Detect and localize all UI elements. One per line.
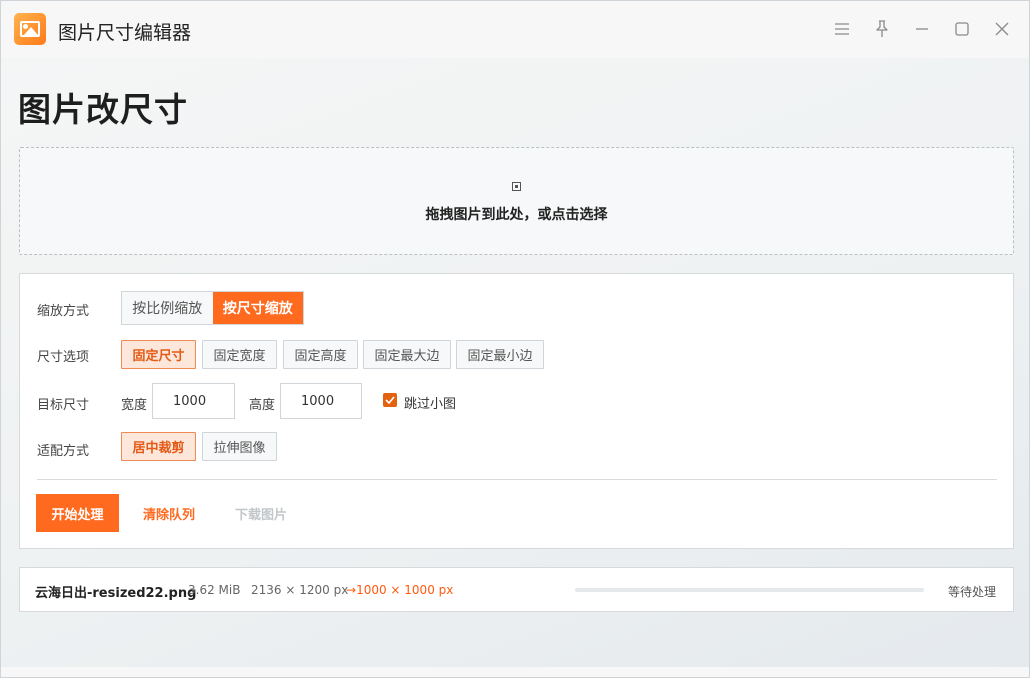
drop-zone-text: 拖拽图片到此处，或点击选择 bbox=[425, 207, 608, 223]
download-images-button[interactable]: 下载图片 bbox=[235, 494, 287, 532]
skip-small-label: 跳过小图 bbox=[404, 397, 457, 412]
queue-item-filename: 云海日出-resized22.png bbox=[35, 586, 197, 601]
scale-mode-label: 缩放方式 bbox=[37, 304, 90, 319]
size-option-fixed-width[interactable]: 固定宽度 bbox=[202, 340, 277, 369]
width-input[interactable] bbox=[152, 383, 235, 419]
queue-item-filesize: 3.62 MiB bbox=[188, 583, 241, 597]
scale-mode-by-size[interactable]: 按尺寸缩放 bbox=[212, 292, 303, 324]
footer-strip bbox=[1, 667, 1029, 677]
queue-list: 云海日出-resized22.png 3.62 MiB 2136 × 1200 … bbox=[19, 567, 1014, 612]
settings-panel: 缩放方式 按比例缩放 按尺寸缩放 尺寸选项 固定尺寸 固定宽度 固定高度 固定最… bbox=[19, 273, 1014, 549]
size-option-label: 尺寸选项 bbox=[37, 350, 90, 365]
queue-item-source-dimensions: 2136 × 1200 px bbox=[251, 583, 349, 597]
width-label: 宽度 bbox=[121, 398, 148, 413]
height-label: 高度 bbox=[249, 398, 276, 413]
queue-item-status: 等待处理 bbox=[947, 585, 996, 599]
broken-image-icon bbox=[512, 182, 521, 191]
close-icon[interactable] bbox=[988, 15, 1016, 43]
queue-item-target-dimensions: →1000 × 1000 px bbox=[346, 583, 453, 597]
fit-mode-stretch[interactable]: 拉伸图像 bbox=[202, 432, 277, 461]
clear-queue-button[interactable]: 清除队列 bbox=[143, 494, 195, 532]
app-title: 图片尺寸编辑器 bbox=[58, 22, 192, 44]
app-window: 图片尺寸编辑器 图片改尺寸 拖拽图片到此处，或点击选择 缩放方式 按比例缩放 按… bbox=[0, 0, 1030, 678]
arrow-icon: → bbox=[346, 583, 357, 597]
app-logo-icon bbox=[14, 13, 46, 45]
image-drop-zone[interactable]: 拖拽图片到此处，或点击选择 bbox=[19, 147, 1014, 255]
fit-mode-center-crop[interactable]: 居中裁剪 bbox=[121, 432, 196, 461]
title-bar: 图片尺寸编辑器 bbox=[1, 1, 1029, 58]
page-title: 图片改尺寸 bbox=[18, 90, 188, 129]
queue-item-target-size: 1000 × 1000 px bbox=[356, 583, 454, 597]
skip-small-checkbox[interactable] bbox=[383, 393, 397, 407]
height-input[interactable] bbox=[280, 383, 362, 419]
pin-icon[interactable] bbox=[868, 15, 896, 43]
divider bbox=[37, 479, 997, 480]
scale-mode-segmented: 按比例缩放 按尺寸缩放 bbox=[121, 291, 304, 325]
queue-item-progress-bar bbox=[575, 588, 924, 592]
start-processing-button[interactable]: 开始处理 bbox=[36, 494, 119, 532]
size-option-fixed-max-side[interactable]: 固定最大边 bbox=[363, 340, 451, 369]
menu-icon[interactable] bbox=[828, 15, 856, 43]
size-option-fixed-size[interactable]: 固定尺寸 bbox=[121, 340, 196, 369]
size-option-fixed-height[interactable]: 固定高度 bbox=[283, 340, 358, 369]
minimize-icon[interactable] bbox=[908, 15, 936, 43]
target-size-label: 目标尺寸 bbox=[37, 398, 90, 413]
fit-mode-label: 适配方式 bbox=[37, 444, 90, 459]
scale-mode-proportional[interactable]: 按比例缩放 bbox=[122, 292, 213, 324]
maximize-icon[interactable] bbox=[948, 15, 976, 43]
size-option-fixed-min-side[interactable]: 固定最小边 bbox=[456, 340, 544, 369]
